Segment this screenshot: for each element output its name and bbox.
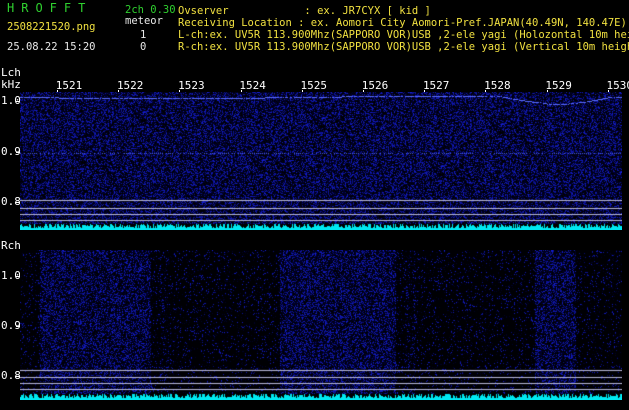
time-tick-label: 1529	[545, 79, 572, 92]
capture-datetime: 25.08.22 15:20	[7, 41, 96, 53]
meteor-count-lch: 1	[140, 29, 147, 41]
time-tick-label: 1527	[422, 79, 450, 92]
time-tick-label: 1530	[606, 79, 629, 92]
time-tick-label: 1523	[178, 79, 205, 92]
image-filename: 2508221520.png	[7, 21, 96, 33]
observer-info: Ovserver : ex. JR7CYX [ kid ]	[178, 5, 431, 17]
location-info: Receiving Location : ex. Aomori City Aom…	[178, 17, 627, 29]
app-brand: HROFFT	[7, 1, 93, 15]
time-tick-label: 1528	[484, 79, 511, 92]
rch-spectrogram	[20, 250, 622, 400]
meteor-count-rch: 0	[140, 41, 147, 53]
lch-unit: kHz	[1, 78, 21, 91]
time-axis: 1521 1522 1523 1524 1525 1526 1527 1528 1529 1530	[20, 78, 629, 93]
time-tick-label: 1524	[239, 79, 266, 92]
meteor-count-label: meteor	[125, 15, 163, 27]
rch-receiver-info: R-ch:ex. UV5R 113.900Mhz(SAPPORO VOR)USB…	[178, 41, 629, 53]
time-tick-label: 1522	[116, 79, 144, 92]
time-tick-label: 1526	[361, 79, 389, 92]
time-tick-label: 1521	[55, 79, 83, 92]
lch-spectrogram	[20, 92, 622, 230]
rch-title: Rch	[1, 239, 21, 252]
lch-receiver-info: L-ch:ex. UV5R 113.900Mhz(SAPPORO VOR)USB…	[178, 29, 629, 41]
time-tick-label: 1525	[300, 79, 328, 92]
